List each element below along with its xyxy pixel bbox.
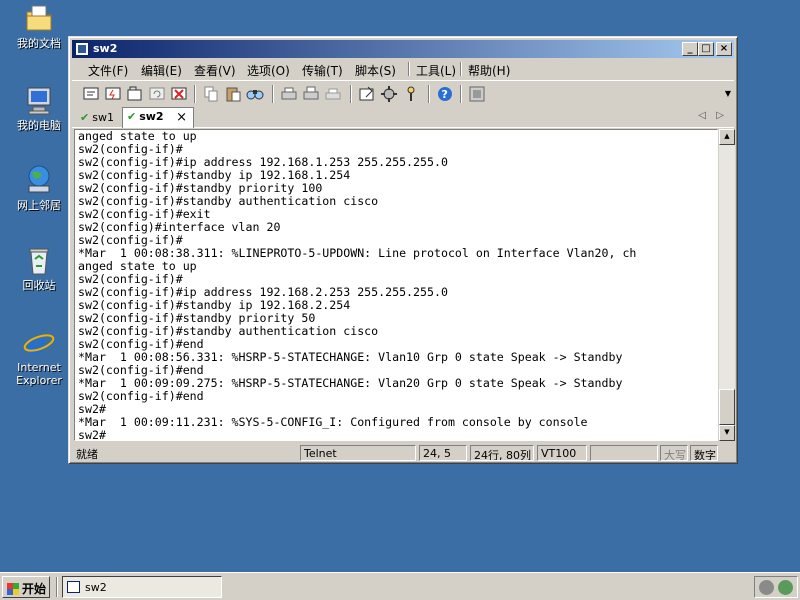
status-num: 数字 (690, 445, 718, 461)
toolbar-separator (460, 85, 462, 103)
print-icon[interactable] (280, 85, 298, 103)
terminal-output[interactable]: anged state to up sw2(config-if)# sw2(conf… (74, 129, 718, 441)
toolbar-separator (194, 85, 196, 103)
status-empty-cell (590, 445, 658, 461)
desktop-icon-label: 我的电脑 (17, 119, 61, 132)
menu-script[interactable]: 脚本(S) (355, 62, 396, 79)
maximize-button[interactable]: □ (698, 42, 714, 56)
tab-close-icon[interactable]: × (176, 110, 187, 125)
taskbar-item-sw2[interactable]: sw2 (62, 576, 222, 598)
minimize-button[interactable]: _ (682, 42, 698, 56)
terminal-line: sw2(config-if)#end (78, 389, 204, 403)
taskbar-separator (56, 577, 58, 597)
desktop-icon-my-documents[interactable]: 我的文档 (8, 2, 70, 50)
tab-sw1[interactable]: ✔ sw1 (76, 109, 118, 128)
vertical-scrollbar[interactable]: ▲ ▼ (719, 129, 735, 441)
desktop-icon-label: 网上邻居 (17, 199, 61, 212)
menu-options[interactable]: 选项(O) (247, 62, 290, 79)
terminal-window[interactable]: sw2 _ □ × 文件(F) 编辑(E) 查看(V) 选项(O) 传输(T) … (68, 36, 738, 464)
desktop-icon-internet-explorer[interactable]: e Internet Explorer (8, 326, 70, 387)
connect-icon[interactable] (82, 85, 100, 103)
app-icon (75, 42, 89, 56)
taskbar-item-label: sw2 (85, 581, 107, 594)
menu-file[interactable]: 文件(F) (88, 62, 128, 79)
toolbar: ? ▼ (72, 80, 734, 106)
about-icon[interactable] (468, 85, 486, 103)
status-bar: 就绪 Telnet 24, 5 24行, 80列 VT100 大写 数字 (72, 444, 734, 462)
desktop-icon-recycle-bin[interactable]: 回收站 (8, 244, 70, 292)
connected-check-icon: ✔ (127, 110, 137, 123)
find-icon[interactable] (246, 85, 264, 103)
reconnect-icon[interactable] (148, 85, 166, 103)
tab-label: sw1 (92, 111, 114, 124)
tab-sw2[interactable]: ✔ sw2 × (122, 107, 194, 128)
window-titlebar[interactable]: sw2 _ □ × (72, 40, 734, 58)
disconnect-icon[interactable] (170, 85, 188, 103)
scroll-up-icon[interactable]: ▲ (719, 129, 735, 145)
scroll-down-icon[interactable]: ▼ (719, 425, 735, 441)
status-terminal-size: 24行, 80列 (470, 445, 534, 461)
tab-scroll-left-icon[interactable]: ◁ (698, 110, 706, 121)
window-title: sw2 (93, 42, 118, 55)
menu-tools[interactable]: 工具(L) (416, 62, 456, 79)
desktop-icon-my-computer[interactable]: 我的电脑 (8, 84, 70, 132)
terminal-lines: anged state to up sw2(config-if)# sw2(conf… (78, 130, 636, 441)
status-ready: 就绪 (76, 448, 98, 461)
close-button[interactable]: × (716, 42, 732, 56)
system-tray (754, 576, 798, 598)
paste-icon[interactable] (224, 85, 242, 103)
copy-icon[interactable] (202, 85, 220, 103)
desktop-icon-label: 我的文档 (17, 37, 61, 50)
quick-connect-icon[interactable] (104, 85, 122, 103)
status-protocol: Telnet (300, 445, 416, 461)
menu-bar: 文件(F) 编辑(E) 查看(V) 选项(O) 传输(T) 脚本(S) 工具(L… (72, 59, 734, 79)
status-emulation: VT100 (537, 445, 587, 461)
toolbar-separator (272, 85, 274, 103)
tab-scroll-right-icon[interactable]: ▷ (716, 110, 724, 121)
help-icon[interactable]: ? (436, 85, 454, 103)
desktop-icon-network-places[interactable]: 网上邻居 (8, 164, 70, 212)
desktop-icon-label: Internet Explorer (16, 361, 62, 387)
menu-transfer[interactable]: 传输(T) (302, 62, 343, 79)
start-button[interactable]: 开始 (2, 576, 50, 598)
desktop-icon-label: 回收站 (22, 279, 56, 292)
session-options-icon[interactable] (358, 85, 376, 103)
toolbar-overflow-icon[interactable]: ▼ (725, 89, 731, 98)
svg-text:e: e (27, 327, 46, 358)
network-places-icon (23, 164, 55, 196)
menu-view[interactable]: 查看(V) (194, 62, 236, 79)
taskbar: 开始 sw2 (0, 572, 800, 600)
menu-separator (460, 62, 462, 76)
menu-help[interactable]: 帮助(H) (468, 62, 510, 79)
start-label: 开始 (22, 582, 47, 596)
connect-in-tab-icon[interactable] (126, 85, 144, 103)
terminal-line: *Mar 1 00:09:11.231: %SYS-5-CONFIG_I: Co… (78, 415, 588, 429)
connected-check-icon: ✔ (80, 111, 90, 124)
tab-label: sw2 (139, 110, 164, 123)
print-selection-icon[interactable] (302, 85, 320, 103)
keymap-icon[interactable] (402, 85, 420, 103)
status-caps: 大写 (660, 445, 688, 461)
app-icon (67, 581, 80, 593)
global-options-icon[interactable] (380, 85, 398, 103)
menu-edit[interactable]: 编辑(E) (141, 62, 182, 79)
volume-icon[interactable] (759, 580, 774, 595)
status-cursor-position: 24, 5 (419, 445, 467, 461)
print-setup-icon[interactable] (324, 85, 342, 103)
recycle-bin-icon (23, 244, 55, 276)
windows-logo-icon (7, 583, 19, 595)
session-tabs: ✔ sw1 ✔ sw2 × ◁ ▷ (72, 107, 734, 128)
terminal-line: sw2# (78, 428, 106, 441)
menu-separator (408, 62, 410, 76)
network-status-icon[interactable] (778, 580, 793, 595)
internet-explorer-icon: e (23, 326, 55, 362)
my-documents-icon (23, 2, 55, 34)
scroll-thumb[interactable] (719, 389, 735, 425)
toolbar-separator (350, 85, 352, 103)
my-computer-icon (23, 84, 55, 116)
svg-text:?: ? (442, 88, 448, 101)
toolbar-separator (428, 85, 430, 103)
